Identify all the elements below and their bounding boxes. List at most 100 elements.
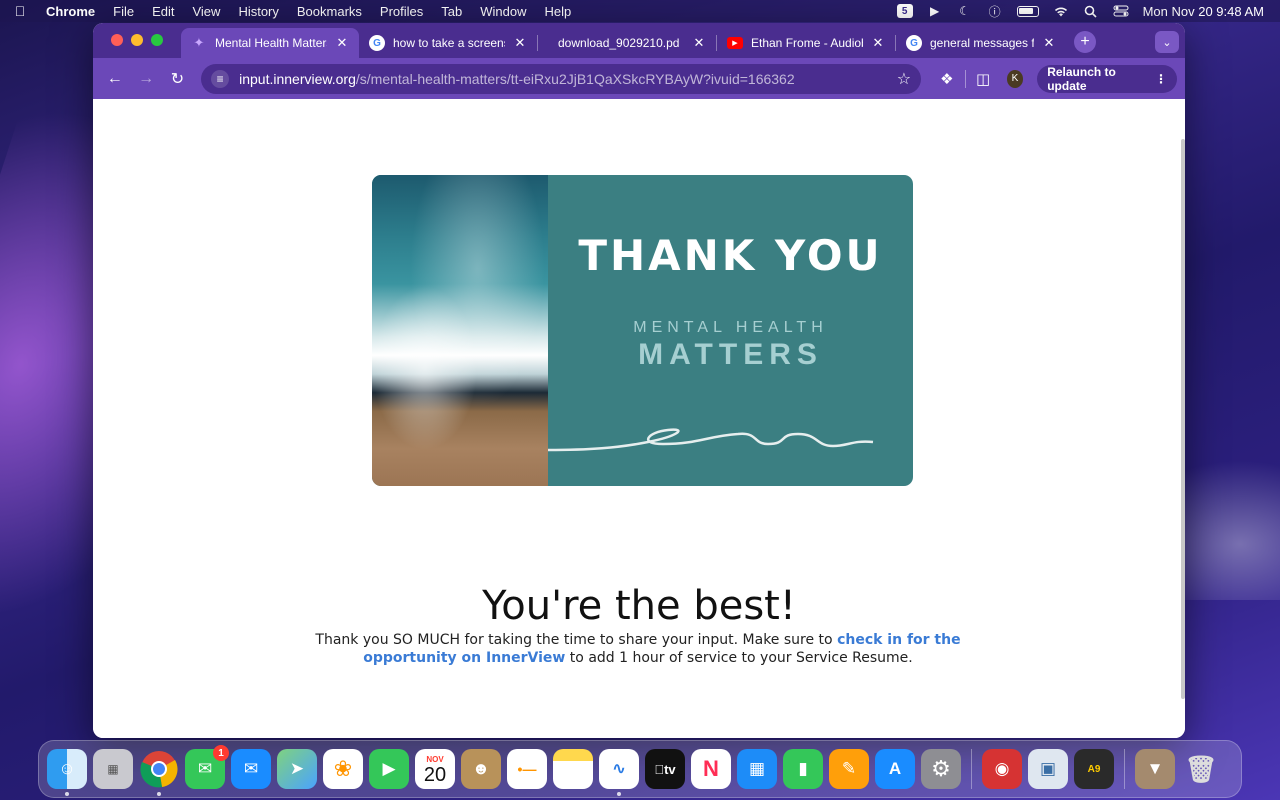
innerview-icon: ✦	[193, 35, 205, 50]
minimize-window-button[interactable]	[131, 34, 143, 46]
menu-tab[interactable]: Tab	[432, 4, 471, 19]
thank-you-banner: THANK YOU MENTAL HEALTH MATTERS	[372, 175, 913, 486]
reminders-icon[interactable]: •—	[507, 749, 547, 789]
thank-you-message: Thank you SO MUCH for taking the time to…	[293, 631, 983, 667]
pages-icon[interactable]: ✎	[829, 749, 869, 789]
messages-badge: 1	[213, 745, 229, 761]
apple-tv-icon[interactable]: tv	[645, 749, 685, 789]
tab-title: Mental Health Matters	[215, 36, 327, 50]
control-center-icon[interactable]	[1113, 4, 1129, 18]
app-menu-chrome[interactable]: Chrome	[40, 4, 104, 19]
zoom-window-button[interactable]	[151, 34, 163, 46]
maps-icon[interactable]: ➤	[277, 749, 317, 789]
menubar-clock[interactable]: Mon Nov 20 9:48 AM	[1143, 4, 1264, 19]
tab-search-chevron-icon[interactable]: ⌄	[1155, 31, 1179, 53]
menu-help[interactable]: Help	[536, 4, 581, 19]
relaunch-to-update-button[interactable]: Relaunch to update ⋮	[1037, 64, 1178, 93]
menu-edit[interactable]: Edit	[143, 4, 183, 19]
url-text[interactable]: input.innerview.org/s/mental-health-matt…	[239, 71, 887, 87]
wifi-icon[interactable]	[1053, 4, 1069, 18]
spotlight-search-icon[interactable]	[1083, 4, 1099, 18]
message-text-after: to add 1 hour of service to your Service…	[565, 650, 913, 666]
tv-label: tv	[659, 761, 676, 777]
reload-button[interactable]: ↻	[164, 64, 191, 94]
new-tab-button[interactable]: +	[1074, 31, 1096, 53]
app-store-icon[interactable]: A	[875, 749, 915, 789]
close-tab-icon[interactable]: ✕	[1042, 35, 1056, 51]
browser-toolbar: ← → ↻ ≡ input.innerview.org/s/mental-hea…	[93, 58, 1185, 99]
running-indicator	[157, 792, 161, 796]
side-panel-icon[interactable]: ◫	[969, 64, 996, 94]
bookmark-star-icon[interactable]: ☆	[897, 69, 911, 89]
running-indicator	[617, 792, 621, 796]
close-tab-icon[interactable]: ✕	[871, 35, 885, 51]
address-bar[interactable]: ≡ input.innerview.org/s/mental-health-ma…	[201, 63, 922, 94]
message-text-before: Thank you SO MUCH for taking the time to…	[315, 632, 838, 648]
shield-status-icon[interactable]: 5	[896, 4, 913, 18]
youtube-icon: ▶	[727, 37, 743, 49]
close-tab-icon[interactable]: ✕	[513, 35, 527, 51]
browser-window: ✦ Mental Health Matters ✕ G how to take …	[93, 23, 1185, 738]
news-icon[interactable]: N	[691, 749, 731, 789]
menu-history[interactable]: History	[229, 4, 287, 19]
numbers-icon[interactable]: ▮	[783, 749, 823, 789]
back-button[interactable]: ←	[101, 64, 128, 94]
downloads-stack-icon[interactable]: ▼	[1135, 749, 1175, 789]
trash-icon[interactable]: 🗑	[1181, 749, 1221, 789]
keynote-icon[interactable]: ▦	[737, 749, 777, 789]
more-menu-icon: ⋮	[1155, 71, 1168, 86]
menu-view[interactable]: View	[183, 4, 229, 19]
google-icon: G	[369, 35, 385, 51]
calendar-icon[interactable]: NOV 20	[415, 749, 455, 789]
menu-file[interactable]: File	[104, 4, 143, 19]
tab-title: download_9029210.pd	[558, 36, 680, 50]
tab-title: general messages for c	[930, 36, 1034, 50]
tab-ethan-frome[interactable]: ▶ Ethan Frome - Audiobo ✕	[717, 28, 895, 58]
apple-menu-icon[interactable]: 	[0, 3, 40, 19]
facetime-icon[interactable]: ▶	[369, 749, 409, 789]
system-settings-icon[interactable]: ⚙	[921, 749, 961, 789]
calendar-month: NOV	[426, 754, 444, 764]
messages-icon[interactable]: ✉ 1	[185, 745, 229, 789]
finder-icon[interactable]: ☺	[47, 749, 87, 796]
banner-text-panel: THANK YOU MENTAL HEALTH MATTERS	[548, 175, 913, 486]
window-controls	[93, 34, 181, 58]
google-icon: G	[906, 35, 922, 51]
preview-icon[interactable]: ▣	[1028, 749, 1068, 789]
url-host: input.innerview.org	[239, 70, 356, 87]
dock-separator	[1124, 749, 1125, 789]
moon-icon[interactable]: ☾	[957, 4, 973, 18]
mail-icon[interactable]: ✉	[231, 749, 271, 789]
freeform-icon[interactable]: ∿	[599, 749, 639, 796]
forward-button[interactable]: →	[132, 64, 159, 94]
chrome-icon[interactable]	[139, 749, 179, 796]
tab-general-messages[interactable]: G general messages for c ✕	[896, 28, 1066, 58]
extensions-puzzle-icon[interactable]: ❖	[933, 64, 960, 94]
tab-how-to-take-screenshot[interactable]: G how to take a screensh ✕	[359, 28, 537, 58]
launchpad-icon[interactable]: ▦	[93, 749, 133, 789]
contacts-icon[interactable]: ☻	[461, 749, 501, 789]
menu-profiles[interactable]: Profiles	[371, 4, 432, 19]
close-tab-icon[interactable]: ✕	[335, 35, 349, 51]
asphalt-game-icon[interactable]: A9	[1074, 749, 1114, 789]
notes-icon[interactable]	[553, 749, 593, 789]
tab-mental-health-matters[interactable]: ✦ Mental Health Matters ✕	[181, 28, 359, 58]
tab-strip: ✦ Mental Health Matters ✕ G how to take …	[93, 23, 1185, 58]
photo-booth-icon[interactable]: ◉	[982, 749, 1022, 789]
close-window-button[interactable]	[111, 34, 123, 46]
dock: ☺ ▦ ✉1 ✉ ➤ ❀ ▶ NOV 20 ☻ •— ∿ tv N ▦ ▮ ✎…	[38, 740, 1242, 798]
play-icon[interactable]: ▶	[927, 4, 943, 18]
calendar-day: 20	[423, 763, 447, 786]
site-info-icon[interactable]: ≡	[211, 69, 230, 88]
profile-avatar[interactable]: K	[1006, 69, 1024, 88]
menu-window[interactable]: Window	[471, 4, 535, 19]
tab-download-pdf[interactable]: download_9029210.pd ✕	[538, 28, 716, 58]
battery-icon[interactable]	[1016, 5, 1039, 17]
page-content: THANK YOU MENTAL HEALTH MATTERS You're t…	[93, 99, 1185, 738]
banner-subtitle-line1: MENTAL HEALTH	[633, 319, 828, 336]
close-tab-icon[interactable]: ✕	[692, 35, 706, 51]
menu-bookmarks[interactable]: Bookmarks	[288, 4, 371, 19]
dock-separator	[971, 749, 972, 789]
photos-icon[interactable]: ❀	[323, 749, 363, 789]
accessibility-icon[interactable]: ⓘ	[987, 4, 1003, 19]
